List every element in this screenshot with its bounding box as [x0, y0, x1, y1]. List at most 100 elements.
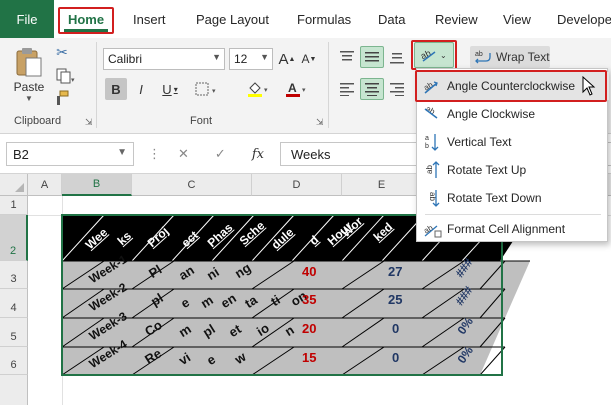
cancel-icon[interactable]: ✕ [178, 146, 189, 162]
copy-button[interactable]: ▾ [52, 66, 78, 86]
menu-item-format-cell-alignment[interactable]: ab Format Cell Alignment [417, 215, 609, 243]
angle-clockwise-icon: ab [417, 105, 447, 123]
group-separator [328, 42, 329, 128]
format-painter-button[interactable] [52, 88, 72, 108]
align-right-icon [390, 83, 404, 96]
svg-text:b: b [425, 143, 429, 150]
font-size-combo[interactable]: 12 ▼ [229, 48, 273, 70]
align-right-button[interactable] [386, 78, 408, 100]
borders-button[interactable]: ▾ [191, 78, 223, 100]
chevron-down-icon: ▼ [212, 52, 221, 62]
rotate-text-down-icon: ab [417, 188, 447, 208]
worked-hours-cell: 25 [388, 292, 403, 307]
menu-item-angle-clockwise[interactable]: ab Angle Clockwise [417, 100, 609, 128]
tab-developer[interactable]: Develope [557, 0, 611, 38]
tab-view[interactable]: View [503, 0, 531, 38]
tab-insert[interactable]: Insert [133, 0, 166, 38]
middle-align-button[interactable] [360, 46, 384, 68]
bottom-align-icon [390, 53, 404, 64]
chevron-down-icon[interactable]: ▼ [117, 147, 127, 158]
tab-formulas[interactable]: Formulas [297, 0, 351, 38]
paste-button[interactable]: Paste ▼ [8, 42, 50, 106]
paste-dropdown-chevron-icon[interactable]: ▼ [25, 94, 33, 103]
cut-button[interactable]: ✂ [52, 42, 72, 62]
paste-icon [16, 47, 42, 76]
svg-text:▾: ▾ [71, 77, 75, 84]
font-name-value: Calibri [108, 52, 143, 66]
group-separator [96, 42, 97, 128]
align-left-button[interactable] [336, 78, 358, 100]
scheduled-hours-cell: 15 [302, 350, 317, 365]
middle-align-icon [365, 52, 379, 62]
menu-item-rotate-text-down[interactable]: ab Rotate Text Down [417, 184, 609, 212]
formula-bar-buttons: ✕ ✓ fx [160, 142, 278, 166]
menu-item-label: Angle Clockwise [447, 107, 536, 121]
tab-review-label: Review [435, 11, 478, 27]
menu-item-vertical-text[interactable]: ab Vertical Text [417, 128, 609, 156]
borders-icon: ▾ [195, 82, 216, 96]
tab-view-label: View [503, 11, 531, 27]
orientation-highlight-box [411, 40, 457, 70]
tab-review[interactable]: Review [435, 0, 478, 38]
tab-data-label: Data [378, 11, 406, 27]
svg-text:▾: ▾ [302, 87, 306, 94]
name-box[interactable]: B2 ▼ [6, 142, 134, 166]
shrink-font-icon: A [301, 52, 310, 66]
fill-color-button[interactable]: ▾ [243, 78, 275, 100]
bold-icon: B [111, 81, 121, 97]
italic-icon: I [139, 81, 143, 97]
tab-file[interactable]: File [0, 0, 54, 38]
svg-text:A: A [288, 81, 297, 95]
chevron-down-icon: ▼ [260, 52, 269, 62]
tab-developer-label: Develope [557, 11, 611, 27]
wrap-text-label: Wrap Text [496, 50, 550, 64]
tab-file-label: File [16, 11, 38, 27]
wrap-text-button[interactable]: ab Wrap Text [470, 46, 550, 68]
svg-text:ab: ab [475, 51, 483, 58]
align-center-button[interactable] [360, 78, 384, 100]
top-align-icon [340, 51, 354, 61]
enter-icon[interactable]: ✓ [215, 146, 226, 162]
shrink-font-button[interactable]: A ▼ [299, 48, 319, 70]
align-left-icon [340, 83, 354, 96]
underline-button[interactable]: U ▾ [155, 78, 185, 100]
grow-font-button[interactable]: A ▲ [277, 48, 297, 70]
formula-bar-splitter-icon[interactable]: ⋮ [148, 146, 161, 162]
align-center-icon [365, 83, 379, 96]
copy-icon: ▾ [56, 68, 75, 84]
italic-button[interactable]: I [131, 78, 151, 100]
menu-item-rotate-text-up[interactable]: ab Rotate Text Up [417, 156, 609, 184]
menu-item-label: Rotate Text Up [447, 163, 527, 177]
name-box-value: B2 [13, 146, 29, 162]
worked-hours-cell: 27 [388, 264, 403, 279]
bottom-align-button[interactable] [386, 46, 408, 68]
font-launcher-icon[interactable]: ⇲ [316, 117, 324, 128]
menu-item-label: Vertical Text [447, 135, 512, 149]
top-align-button[interactable] [336, 46, 358, 68]
tab-data[interactable]: Data [378, 0, 405, 38]
mouse-pointer-icon [582, 76, 596, 96]
scheduled-hours-cell: 40 [302, 264, 317, 279]
paste-label: Paste [13, 79, 45, 94]
format-painter-icon [57, 90, 69, 105]
font-group-label: Font [190, 115, 213, 127]
bold-button[interactable]: B [105, 78, 127, 100]
format-cell-alignment-icon: ab [417, 220, 447, 238]
clipboard-launcher-icon[interactable]: ⇲ [85, 117, 93, 128]
wrap-text-icon: ab [475, 51, 491, 64]
clipboard-group-label: Clipboard [14, 115, 62, 127]
font-color-button[interactable]: A ▾ [281, 78, 313, 100]
scissors-icon: ✂ [56, 43, 68, 60]
tab-formulas-label: Formulas [297, 11, 352, 27]
ribbon-tab-bar: File Home Insert Page Layout Formulas Da… [0, 0, 611, 38]
home-tab-highlight-box [58, 7, 114, 34]
formula-input-value: Weeks [291, 146, 331, 162]
tab-page-layout[interactable]: Page Layout [196, 0, 269, 38]
font-name-combo[interactable]: Calibri ▼ [103, 48, 225, 70]
insert-function-button[interactable]: fx [252, 147, 264, 162]
tab-page-layout-label: Page Layout [196, 11, 270, 27]
rotate-text-up-icon: ab [417, 160, 447, 180]
menu-item-label: Rotate Text Down [447, 191, 542, 205]
orientation-menu: ab Angle Counterclockwise ab Angle Clock… [415, 68, 609, 243]
scheduled-hours-cell: 35 [302, 292, 317, 307]
